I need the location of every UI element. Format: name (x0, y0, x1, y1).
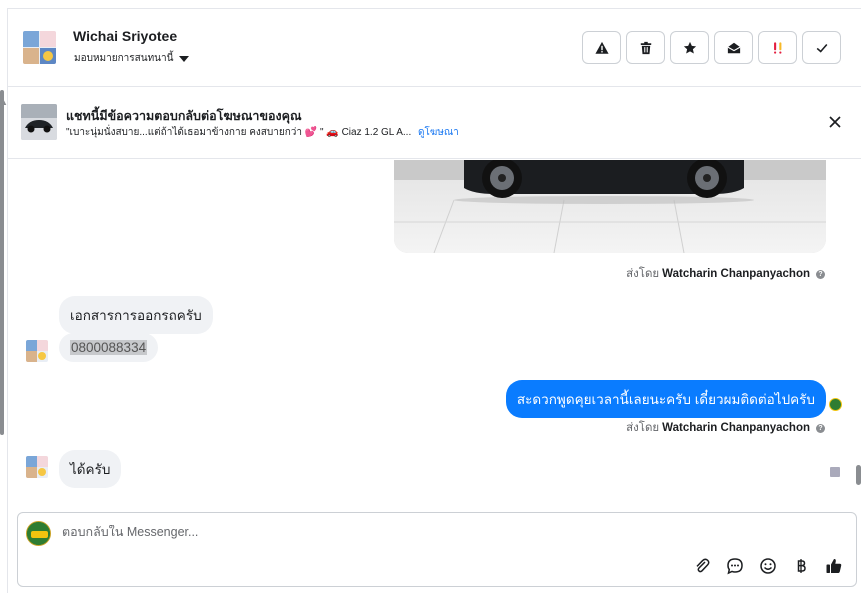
sent-by-prefix: ส่งโดย (626, 422, 660, 434)
sender-name[interactable]: Watcharin Chanpanyachon (662, 268, 810, 280)
assign-label: มอบหมายการสนทนานี้ (74, 53, 174, 64)
page-avatar (26, 521, 51, 546)
contact-small-avatar (26, 340, 48, 362)
warning-button[interactable] (582, 31, 621, 64)
like-button[interactable] (823, 555, 844, 576)
incoming-message[interactable]: เอกสารการออกรถครับ (59, 296, 213, 334)
sent-by-label-2: ส่งโดย Watcharin Chanpanyachon ? (626, 419, 825, 437)
star-icon (683, 41, 696, 54)
view-ad-link[interactable]: ดูโฆษณา (418, 127, 459, 138)
reply-composer (17, 512, 857, 587)
car-photo-attachment[interactable] (394, 160, 826, 253)
ad-thumbnail[interactable] (21, 104, 57, 140)
warning-icon (594, 41, 609, 54)
reply-input[interactable] (62, 525, 662, 539)
read-receipt-avatar (829, 398, 842, 411)
payment-button[interactable] (790, 555, 811, 576)
delete-button[interactable] (626, 31, 665, 64)
seen-avatar (830, 467, 840, 477)
phone-number[interactable]: 0800088334 (70, 340, 148, 355)
info-icon[interactable]: ? (816, 269, 825, 279)
ad-reply-notice: แชทนี้มีข้อความตอบกลับต่อโฆษณาของคุณ "เบ… (8, 88, 861, 159)
contact-avatar[interactable] (23, 31, 56, 64)
spam-button[interactable] (758, 31, 797, 64)
assign-conversation-dropdown[interactable]: มอบหมายการสนทนานี้ (74, 51, 190, 66)
spam-icon (773, 41, 781, 54)
star-button[interactable] (670, 31, 709, 64)
incoming-message[interactable]: ได้ครับ (59, 450, 122, 488)
ad-notice-snippet: "เบาะนุ่มนั่งสบาย...แต่ถ้าได้เธอมาข้างกา… (66, 125, 459, 140)
thumbs-up-icon (826, 558, 841, 573)
inbox-conversation: ▲ Wichai Sriyotee มอบหมายการสนทนานี้ (0, 0, 861, 593)
ad-snippet-text: "เบาะนุ่มนั่งสบาย...แต่ถ้าได้เธอมาข้างกา… (66, 127, 412, 138)
attach-button[interactable] (691, 555, 712, 576)
mark-unread-button[interactable] (714, 31, 753, 64)
sent-by-prefix: ส่งโดย (626, 268, 660, 280)
info-icon[interactable]: ? (816, 423, 825, 433)
baht-icon (797, 558, 806, 573)
emoji-button[interactable] (757, 555, 778, 576)
contact-name[interactable]: Wichai Sriyotee (73, 28, 177, 44)
chat-bubble-icon (726, 557, 743, 574)
mark-done-button[interactable] (802, 31, 841, 64)
paperclip-icon (695, 558, 709, 572)
trash-icon (640, 41, 651, 54)
close-icon[interactable] (827, 114, 843, 130)
contact-small-avatar (26, 456, 48, 478)
sender-name[interactable]: Watcharin Chanpanyachon (662, 422, 810, 434)
conversation-actions (582, 31, 841, 64)
envelope-open-icon (727, 42, 740, 53)
composer-tools (691, 555, 844, 576)
messages-scrollbar[interactable] (856, 465, 861, 485)
smiley-icon (759, 557, 776, 574)
incoming-message-phone[interactable]: 0800088334 (59, 333, 159, 362)
conversation-header: Wichai Sriyotee มอบหมายการสนทนานี้ (8, 9, 861, 87)
outgoing-message[interactable]: สะดวกพูดคุยเวลานี้เลยนะครับ เดี๋ยวผมติดต… (505, 380, 826, 418)
check-icon (816, 43, 827, 53)
sent-by-label: ส่งโดย Watcharin Chanpanyachon ? (626, 265, 825, 283)
conversation-list-scrollbar[interactable] (0, 90, 4, 435)
caret-down-icon (179, 55, 190, 62)
ad-notice-title: แชทนี้มีข้อความตอบกลับต่อโฆษณาของคุณ (66, 109, 302, 123)
saved-replies-button[interactable] (724, 555, 745, 576)
